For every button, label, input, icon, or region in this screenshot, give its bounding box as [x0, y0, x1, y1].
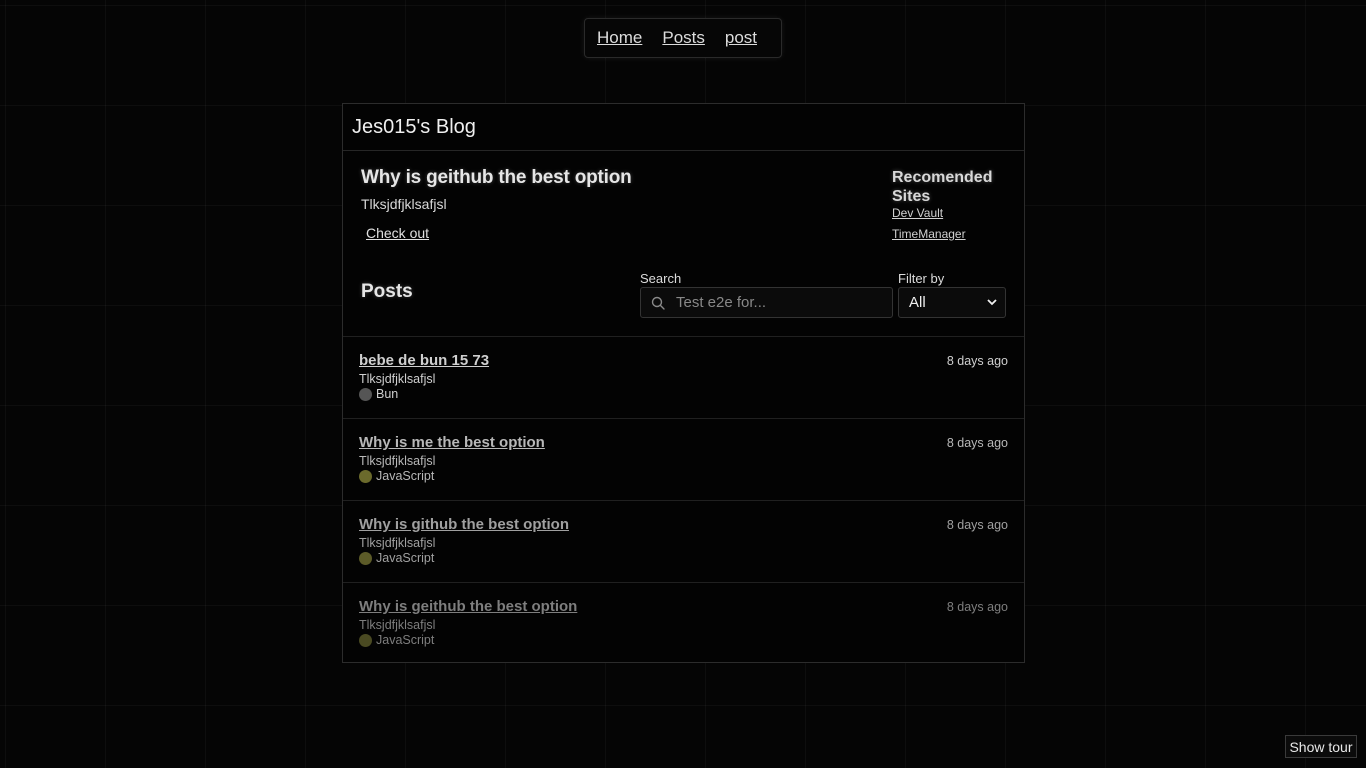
tag-color-dot [359, 387, 372, 401]
chevron-down-icon [987, 299, 997, 306]
post-time: 8 days ago [946, 600, 1008, 614]
tag-color-dot [359, 551, 372, 565]
tag-label: JavaScript [376, 633, 435, 647]
post-item: Why is geithub the best option Tlksjdfjk… [343, 582, 1024, 664]
top-nav: Home Posts post [584, 18, 782, 58]
featured-title: Why is geithub the best option [361, 167, 632, 188]
nav-posts-link[interactable]: Posts [662, 28, 705, 48]
post-item: Why is github the best option Tlksjdfjkl… [343, 500, 1024, 582]
post-title-link[interactable]: bebe de bun 15 73 [359, 352, 489, 369]
timemanager-link[interactable]: TimeManager [892, 227, 1012, 241]
post-description: Tlksjdfjklsafjsl [359, 536, 436, 550]
recommended-sites: Recomended Sites Dev Vault TimeManager [892, 168, 1012, 248]
post-title-link[interactable]: Why is me the best option [359, 434, 545, 451]
post-description: Tlksjdfjklsafjsl [359, 454, 436, 468]
tag-label: JavaScript [376, 551, 435, 565]
search-label: Search [640, 271, 682, 286]
post-title-link[interactable]: Why is geithub the best option [359, 598, 577, 615]
nav-home-link[interactable]: Home [597, 28, 642, 48]
dev-vault-link[interactable]: Dev Vault [892, 206, 1012, 220]
posts-list: bebe de bun 15 73 Tlksjdfjklsafjsl Bun 8… [343, 336, 1024, 664]
post-time: 8 days ago [946, 436, 1008, 450]
posts-heading: Posts [361, 281, 413, 302]
post-description: Tlksjdfjklsafjsl [359, 372, 436, 386]
search-input[interactable] [676, 294, 876, 311]
check-out-link[interactable]: Check out [366, 225, 429, 241]
post-description: Tlksjdfjklsafjsl [359, 618, 436, 632]
post-tag: JavaScript [359, 551, 1024, 565]
tag-label: JavaScript [376, 469, 435, 483]
post-item: Why is me the best option Tlksjdfjklsafj… [343, 418, 1024, 500]
post-item: bebe de bun 15 73 Tlksjdfjklsafjsl Bun 8… [343, 336, 1024, 418]
search-icon [651, 296, 665, 310]
featured-post: Why is geithub the best option Tlksjdfjk… [361, 167, 632, 243]
nav-post-link[interactable]: post [725, 28, 757, 48]
post-time: 8 days ago [946, 518, 1008, 532]
post-title-link[interactable]: Why is github the best option [359, 516, 569, 533]
recommended-title: Recomended Sites [892, 169, 993, 205]
blog-title: Jes015's Blog [352, 115, 476, 138]
tag-color-dot [359, 633, 372, 647]
post-tag: JavaScript [359, 469, 1024, 483]
blog-panel: Jes015's Blog Why is geithub the best op… [342, 103, 1025, 663]
filter-label: Filter by [898, 271, 945, 286]
tag-color-dot [359, 469, 372, 483]
featured-description: Tlksjdfjklsafjsl [361, 196, 447, 212]
search-group: Search [640, 271, 893, 318]
show-tour-button[interactable]: Show tour [1285, 735, 1357, 758]
filter-selected-value: All [909, 294, 926, 311]
filter-group: Filter by All [898, 271, 1006, 318]
post-tag: JavaScript [359, 633, 1024, 647]
post-tag: Bun [359, 387, 1024, 401]
post-time: 8 days ago [946, 354, 1008, 368]
filter-select[interactable]: All [898, 287, 1006, 318]
tag-label: Bun [376, 387, 399, 401]
blog-header: Jes015's Blog [343, 104, 1024, 151]
search-box[interactable] [640, 287, 893, 318]
